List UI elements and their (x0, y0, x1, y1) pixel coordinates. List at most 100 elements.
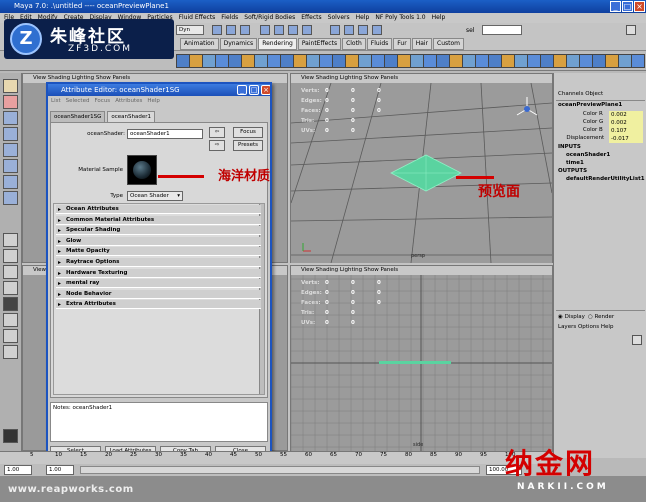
menu-item-9[interactable]: Soft/Rigid Bodies (244, 14, 295, 21)
ae-menu-item[interactable]: List (51, 98, 61, 104)
channel-node-name[interactable]: oceanPreviewPlane1 (558, 102, 622, 108)
menu-item-10[interactable]: Effects (301, 14, 321, 21)
shelf-tab-fur[interactable]: Fur (393, 38, 411, 50)
viewport-menu[interactable]: View Shading Lighting Show Panels (291, 266, 552, 275)
hypershade-layout-icon[interactable] (3, 297, 18, 311)
start-time-field[interactable]: 1.00 (4, 465, 32, 475)
focus-button[interactable]: Focus (233, 127, 263, 138)
range-start-field[interactable]: 1.00 (46, 465, 74, 475)
custom-layout-2-icon[interactable] (3, 329, 18, 343)
shelf-tool-icon[interactable] (202, 54, 216, 68)
channel-attr-value[interactable]: 0.002 (609, 119, 643, 127)
close-window-button[interactable]: × (634, 1, 645, 12)
channel-attr-value[interactable]: 0.002 (609, 111, 643, 119)
history-icon[interactable] (330, 25, 340, 35)
input-node-2[interactable]: time1 (566, 160, 584, 166)
shelf-tool-icon[interactable] (397, 54, 411, 68)
ae-menu-item[interactable]: Focus (94, 98, 110, 104)
shelf-tool-icon[interactable] (540, 54, 554, 68)
shelf-tool-icon[interactable] (267, 54, 281, 68)
attribute-editor-titlebar[interactable]: Attribute Editor: oceanShader1SG _ □ × (48, 84, 270, 96)
shelf-tool-icon[interactable] (306, 54, 320, 68)
lasso-tool-icon[interactable] (3, 95, 18, 109)
ae-menu-item[interactable]: Selected (66, 98, 90, 104)
ae-menu-item[interactable]: Help (147, 98, 160, 104)
input-node-1[interactable]: oceanShader1 (566, 152, 610, 158)
ae-menu-item[interactable]: Attributes (115, 98, 142, 104)
snap-surface-icon[interactable] (302, 25, 312, 35)
menu-item-11[interactable]: Solvers (328, 14, 350, 21)
render-icon[interactable] (344, 25, 354, 35)
snap-curve-icon[interactable] (274, 25, 284, 35)
presets-button[interactable]: Presets (233, 140, 263, 151)
four-view-layout-icon[interactable] (3, 249, 18, 263)
move-tool-icon[interactable] (3, 111, 18, 125)
scale-tool-icon[interactable] (3, 143, 18, 157)
shelf-tool-icon[interactable] (488, 54, 502, 68)
section-header[interactable]: Extra Attributes (56, 300, 261, 310)
section-header[interactable]: Specular Shading (56, 226, 261, 236)
shelf-tab-hair[interactable]: Hair (411, 38, 433, 50)
section-header[interactable]: Common Material Attributes (56, 215, 261, 225)
section-header[interactable]: Hardware Texturing (56, 268, 261, 278)
last-tool-icon[interactable] (3, 191, 18, 205)
snap-point-icon[interactable] (288, 25, 298, 35)
shelf-tab-cloth[interactable]: Cloth (342, 38, 366, 50)
persp-graph-layout-icon[interactable] (3, 281, 18, 295)
shelf-tool-icon[interactable] (176, 54, 190, 68)
shelf-tool-icon[interactable] (501, 54, 515, 68)
type-dropdown[interactable]: Ocean Shader ▾ (127, 191, 183, 201)
shelf-tool-icon[interactable] (189, 54, 203, 68)
shelf-tool-icon[interactable] (319, 54, 333, 68)
render-radio[interactable]: ○ Render (588, 314, 614, 320)
ipr-render-icon[interactable] (358, 25, 368, 35)
persp-outliner-layout-icon[interactable] (3, 265, 18, 279)
channel-attr-name[interactable]: Displacement (566, 135, 604, 141)
ae-maximize-button[interactable]: □ (249, 85, 259, 95)
shelf-tool-icon[interactable] (293, 54, 307, 68)
section-header[interactable]: Ocean Attributes (56, 205, 261, 214)
soft-mod-tool-icon[interactable] (3, 175, 18, 189)
shelf-tool-icon[interactable] (228, 54, 242, 68)
shelf-tool-icon[interactable] (449, 54, 463, 68)
shelf-tab-painteffects[interactable]: PaintEffects (297, 38, 342, 50)
shelf-tool-icon[interactable] (475, 54, 489, 68)
output-node-1[interactable]: defaultRenderUtilityList1 (566, 176, 645, 182)
quick-select-field[interactable] (482, 25, 522, 35)
render-globals-icon[interactable] (372, 25, 382, 35)
section-header[interactable]: Raytrace Options (56, 258, 261, 267)
maximize-button[interactable]: □ (622, 1, 633, 12)
menu-item-12[interactable]: Help (356, 14, 370, 21)
shelf-tool-icon[interactable] (345, 54, 359, 68)
minimize-button[interactable]: _ (610, 1, 621, 12)
menu-item-13[interactable]: NF Poly Tools 1.0 (375, 14, 425, 21)
notes-area[interactable]: Notes: oceanShader1 (50, 402, 268, 442)
shelf-tool-icon[interactable] (423, 54, 437, 68)
shelf-tool-icon[interactable] (241, 54, 255, 68)
select-by-object-icon[interactable] (226, 25, 236, 35)
shelf-tool-icon[interactable] (215, 54, 229, 68)
material-sample-swatch[interactable] (127, 155, 157, 185)
shelf-tab-dynamics[interactable]: Dynamics (219, 38, 258, 50)
shelf-tool-icon[interactable] (514, 54, 528, 68)
channel-box-menu[interactable]: Channels Object (558, 91, 603, 97)
menu-item-14[interactable]: Help (432, 14, 446, 21)
layers-menu[interactable]: Layers Options Help (558, 324, 613, 330)
ae-close-icon[interactable]: × (261, 85, 270, 95)
shelf-tool-icon[interactable] (618, 54, 632, 68)
viewport-side[interactable]: View Shading Lighting Show Panels Verts:… (290, 265, 553, 451)
section-header[interactable]: mental ray (56, 279, 261, 289)
display-radio[interactable]: ◉ Display (558, 314, 585, 320)
select-tool-icon[interactable] (3, 79, 18, 93)
output-connection-icon[interactable]: ⇨ (209, 140, 225, 151)
time-slider[interactable]: 5 10 15 20 25 30 35 40 45 50 55 60 65 70 75 80 85 90 95 100 (0, 451, 553, 464)
channel-attr-name[interactable]: Color R (583, 111, 603, 117)
viewport-persp[interactable]: View Shading Lighting Show Panels Verts:… (290, 73, 553, 263)
range-bar[interactable] (80, 466, 480, 474)
shelf-tool-icon[interactable] (254, 54, 268, 68)
ocean-preview-plane-side[interactable] (379, 361, 451, 364)
rotate-tool-icon[interactable] (3, 127, 18, 141)
custom-layout-3-icon[interactable] (3, 345, 18, 359)
shelf-tab-custom[interactable]: Custom (433, 38, 465, 50)
ae-minimize-button[interactable]: _ (237, 85, 247, 95)
